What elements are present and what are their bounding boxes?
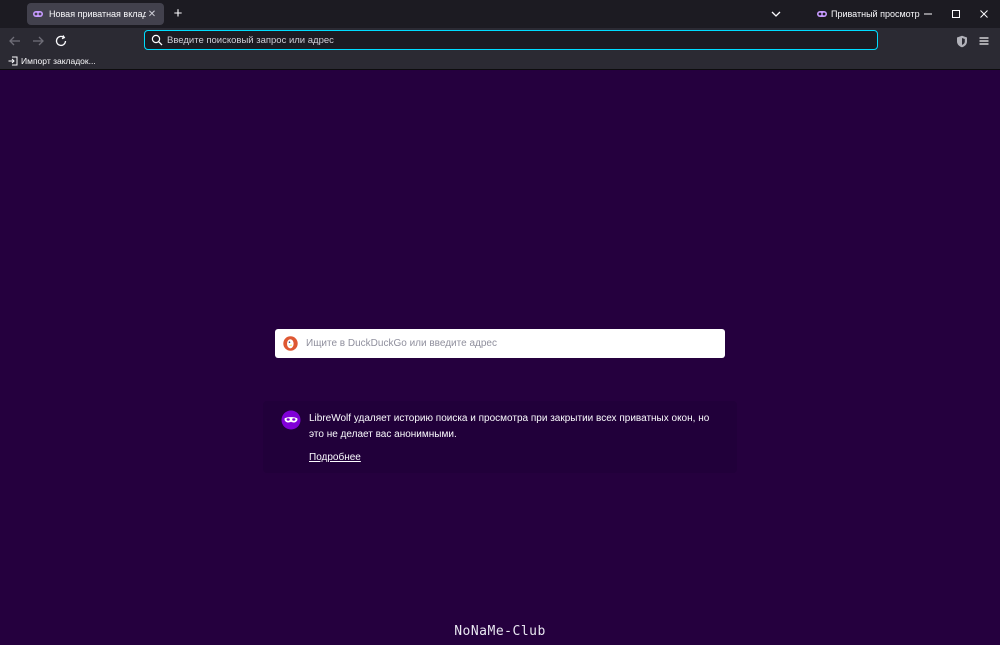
back-button[interactable] bbox=[6, 32, 24, 50]
navigation-toolbar bbox=[0, 28, 1000, 53]
duckduckgo-search-box[interactable] bbox=[275, 329, 725, 358]
address-bar[interactable] bbox=[144, 30, 878, 50]
minimize-icon bbox=[924, 13, 932, 15]
forward-button[interactable] bbox=[29, 32, 47, 50]
arrow-right-icon bbox=[33, 36, 44, 46]
watermark-text: NoNaMe-Club bbox=[454, 624, 546, 639]
close-window-button[interactable] bbox=[974, 4, 994, 24]
close-tab-icon[interactable]: ✕ bbox=[146, 9, 158, 20]
ublock-extension-button[interactable] bbox=[953, 32, 971, 50]
private-browsing-info-card: LibreWolf удаляет историю поиска и просм… bbox=[263, 401, 737, 473]
reload-button[interactable] bbox=[52, 32, 70, 50]
app-menu-button[interactable] bbox=[975, 32, 993, 50]
private-mask-icon bbox=[281, 410, 301, 430]
search-icon bbox=[151, 34, 163, 46]
tab-title: Новая приватная вкладка bbox=[49, 9, 146, 19]
search-input[interactable] bbox=[306, 338, 725, 349]
maximize-icon bbox=[952, 10, 960, 18]
bookmarks-toolbar: Импорт закладок... bbox=[0, 53, 1000, 70]
private-mask-icon bbox=[817, 9, 827, 19]
maximize-button[interactable] bbox=[946, 4, 966, 24]
address-input[interactable] bbox=[167, 34, 877, 46]
shield-icon bbox=[957, 35, 967, 47]
import-bookmarks-button[interactable]: Импорт закладок... bbox=[8, 56, 96, 66]
arrow-left-icon bbox=[9, 36, 20, 46]
private-browsing-info-text: LibreWolf удаляет историю поиска и просм… bbox=[309, 413, 710, 440]
minimize-button[interactable] bbox=[918, 4, 938, 24]
duckduckgo-icon bbox=[283, 336, 298, 351]
tab-private-new[interactable]: Новая приватная вкладка ✕ bbox=[27, 3, 164, 25]
reload-icon bbox=[55, 35, 67, 47]
import-bookmarks-label: Импорт закладок... bbox=[21, 56, 96, 66]
private-browsing-indicator: Приватный просмотр bbox=[817, 7, 920, 21]
private-newtab-page: LibreWolf удаляет историю поиска и просм… bbox=[0, 70, 1000, 645]
hamburger-menu-icon bbox=[979, 37, 989, 45]
learn-more-link[interactable]: Подробнее bbox=[309, 452, 361, 463]
new-tab-button[interactable]: + bbox=[171, 5, 185, 23]
private-mask-icon bbox=[33, 9, 43, 19]
close-icon bbox=[980, 10, 988, 18]
chevron-down-icon bbox=[771, 11, 781, 17]
title-bar: Новая приватная вкладка ✕ + Приватный пр… bbox=[0, 0, 1000, 28]
private-browsing-label: Приватный просмотр bbox=[831, 9, 920, 19]
list-all-tabs-button[interactable] bbox=[769, 6, 783, 22]
import-icon bbox=[8, 56, 18, 66]
